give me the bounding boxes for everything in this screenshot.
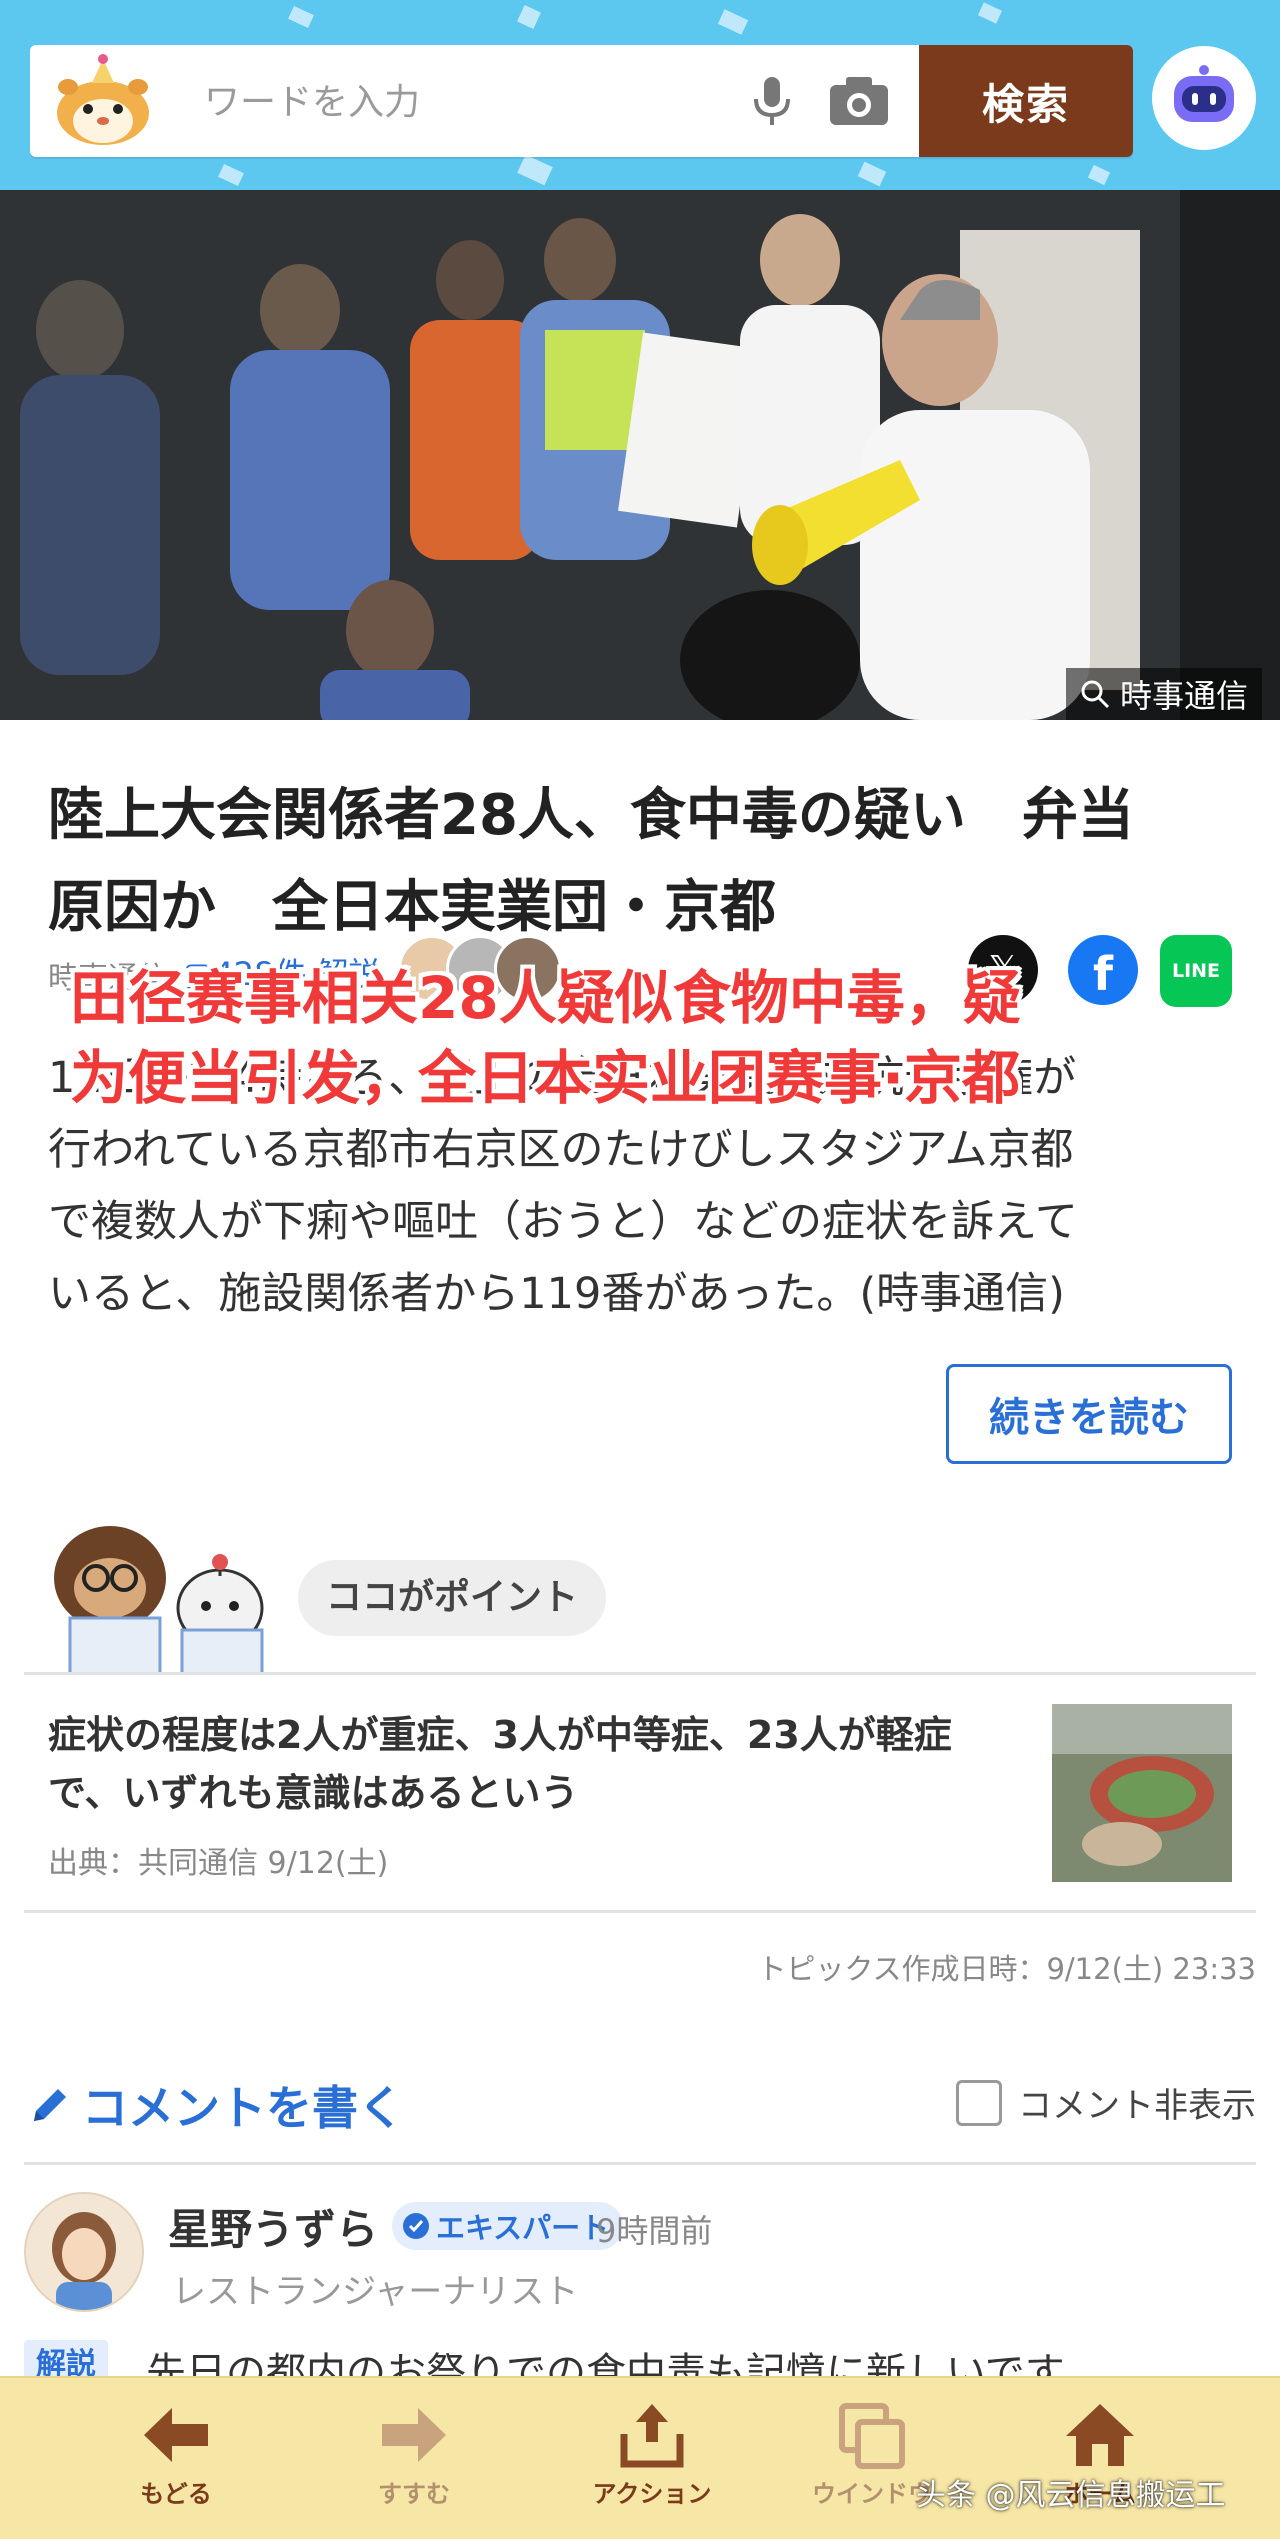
nav-forward-label: すすむ <box>378 2480 450 2508</box>
point-line: 症状の程度は2人が重症、3人が中等症、23人が軽症 <box>48 1713 952 1757</box>
news-photo-illustration <box>0 190 1280 720</box>
stadium-aerial-image <box>1052 1704 1232 1882</box>
confetti-decoration <box>717 9 749 35</box>
expert-badge: エキスパート <box>392 2202 624 2250</box>
headline-line: 原因か 全日本実業団・京都 <box>48 875 776 940</box>
summary-line: いると、施設関係者から119番があった。(時事通信) <box>48 1269 1065 1319</box>
expert-badge-label: エキスパート <box>436 2211 610 2245</box>
nav-back-label: もどる <box>140 2480 212 2508</box>
caption-line: 田径赛事相关28人疑似食物中毒，疑 <box>70 964 1021 1032</box>
search-header: 検索 <box>0 0 1280 190</box>
stadium-thumbnail[interactable] <box>1052 1704 1232 1882</box>
arrow-right-icon <box>382 2408 446 2462</box>
nav-forward-button[interactable]: すすむ <box>334 2400 494 2509</box>
microphone-icon[interactable] <box>742 71 802 131</box>
article-photo[interactable]: 時事通信 <box>0 190 1280 720</box>
confetti-decoration <box>218 164 244 186</box>
hide-comments-label: コメント非表示 <box>1018 2086 1256 2126</box>
mascot-characters-icon <box>54 1526 264 1674</box>
topics-created-time: トピックス作成日時：9/12(土) 23:33 <box>757 1952 1256 1986</box>
zoom-icon <box>1081 680 1110 709</box>
arrow-left-icon <box>144 2408 208 2462</box>
comment-time: 9時間前 <box>596 2212 713 2250</box>
nav-action-label: アクション <box>592 2480 712 2508</box>
confetti-decoration <box>1087 164 1111 186</box>
confetti-decoration <box>288 6 314 28</box>
nav-action-button[interactable]: アクション <box>572 2400 732 2509</box>
section-divider <box>24 1672 1256 1675</box>
confetti-decoration <box>857 161 887 187</box>
hide-comments-toggle[interactable]: コメント非表示 <box>956 2078 1256 2127</box>
summary-line: で複数人が下痢や嘔吐（おうと）などの症状を訴えて <box>48 1197 1078 1247</box>
search-button[interactable]: 検索 <box>919 45 1133 157</box>
headline-line: 陸上大会関係者28人、食中毒の疑い 弁当 <box>48 783 1134 848</box>
search-box: 検索 <box>30 45 1133 157</box>
camera-icon[interactable] <box>826 73 892 129</box>
confetti-decoration <box>517 154 553 186</box>
point-source: 出典：共同通信 9/12(土) <box>48 1846 389 1881</box>
point-summary-link[interactable]: 症状の程度は2人が重症、3人が中等症、23人が軽症 で、いずれも意識はあるという <box>48 1706 1028 1822</box>
bottom-navigation-bar: もどる すすむ アクション ウインドウ ホーム <box>0 2376 1280 2539</box>
caption-line: 为便当引发，全日本实业团赛事·京都 <box>70 1044 1021 1112</box>
photo-credit-text: 時事通信 <box>1119 677 1248 715</box>
hide-comments-checkbox[interactable] <box>956 2079 1002 2126</box>
write-comment-button[interactable]: コメントを書く <box>28 2072 404 2138</box>
section-divider <box>24 1910 1256 1913</box>
read-more-button[interactable]: 続きを読む <box>946 1364 1232 1464</box>
assistant-robot-icon[interactable] <box>1152 46 1256 150</box>
confetti-decoration <box>977 2 1003 24</box>
commenter-name[interactable]: 星野うずら <box>168 2196 378 2257</box>
summary-line: 行われている京都市右京区のたけびしスタジアム京都 <box>48 1125 1074 1175</box>
hamster-mascot-icon[interactable] <box>48 53 158 149</box>
share-upload-icon <box>620 2404 684 2468</box>
commenter-avatar[interactable] <box>24 2192 144 2312</box>
home-icon <box>1066 2404 1134 2466</box>
translated-caption-overlay: 田径赛事相关28人疑似食物中毒，疑 为便当引发，全日本实业团赛事·京都 <box>70 958 1210 1118</box>
commenter-title: レストランジャーナリスト <box>172 2272 579 2312</box>
article-headline[interactable]: 陸上大会関係者28人、食中毒の疑い 弁当 原因か 全日本実業団・京都 <box>48 770 1228 954</box>
windows-icon <box>839 2403 905 2469</box>
source-watermark: 头条 @风云信息搬运工 <box>916 2478 1226 2513</box>
point-heading-bubble: ココがポイント <box>298 1560 607 1636</box>
write-comment-label: コメントを書く <box>82 2081 404 2135</box>
point-line: で、いずれも意識はあるという <box>48 1771 579 1815</box>
photo-credit: 時事通信 <box>1065 668 1262 720</box>
section-divider <box>24 2162 1256 2165</box>
avatar-illustration <box>26 2194 142 2310</box>
pencil-icon <box>34 2089 66 2121</box>
nav-back-button[interactable]: もどる <box>96 2400 256 2509</box>
search-input[interactable] <box>202 45 726 157</box>
confetti-decoration <box>517 5 541 29</box>
verified-check-icon <box>403 2213 429 2239</box>
